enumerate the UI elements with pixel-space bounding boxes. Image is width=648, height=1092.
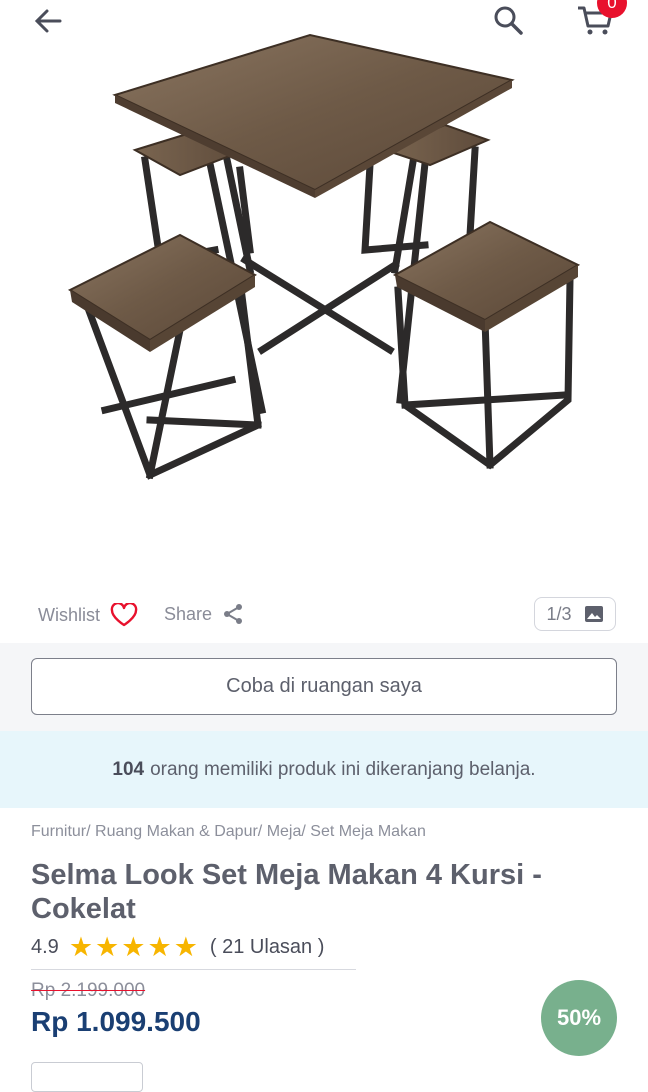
breadcrumb-item-set-meja-makan[interactable]: Set Meja Makan bbox=[310, 823, 426, 840]
try-in-room-button[interactable]: Coba di ruangan saya bbox=[31, 658, 617, 715]
star-icon: ★ bbox=[173, 932, 198, 962]
share-button[interactable]: Share bbox=[164, 603, 244, 625]
cart-notice-count: 104 bbox=[112, 758, 145, 780]
rating-row: 4.9 ★ ★ ★ ★ ★ ( 21 Ulasan ) bbox=[31, 934, 324, 961]
try-in-room-section: Coba di ruangan saya bbox=[0, 643, 648, 731]
discount-badge: 50% bbox=[541, 980, 617, 1056]
image-icon bbox=[584, 606, 603, 622]
rating-value: 4.9 bbox=[31, 936, 59, 958]
breadcrumb-item-ruang-makan[interactable]: Ruang Makan & Dapur/ bbox=[95, 823, 262, 840]
reviews-link[interactable]: ( 21 Ulasan ) bbox=[210, 936, 325, 959]
star-icon: ★ bbox=[95, 932, 120, 962]
search-icon[interactable] bbox=[490, 2, 526, 38]
old-price: Rp 2.199.000 bbox=[31, 980, 146, 1001]
star-icon: ★ bbox=[121, 932, 146, 962]
divider bbox=[31, 969, 356, 970]
heart-icon bbox=[110, 603, 138, 627]
product-image[interactable] bbox=[0, 0, 648, 590]
wishlist-button[interactable]: Wishlist bbox=[38, 603, 138, 627]
quantity-box[interactable] bbox=[31, 1062, 143, 1092]
share-icon bbox=[224, 604, 243, 624]
wishlist-label: Wishlist bbox=[38, 604, 100, 625]
table-set-illustration bbox=[67, 33, 581, 480]
cart-notice-banner: 104 orang memiliki produk ini dikeranjan… bbox=[0, 731, 648, 808]
star-icon: ★ bbox=[68, 932, 94, 962]
cart-notice-text: orang memiliki produk ini dikeranjang be… bbox=[150, 758, 536, 780]
back-arrow-icon[interactable] bbox=[30, 4, 66, 40]
star-icon: ★ bbox=[147, 932, 172, 962]
product-title: Selma Look Set Meja Makan 4 Kursi - Coke… bbox=[31, 859, 542, 925]
image-counter[interactable]: 1/3 bbox=[534, 597, 616, 631]
gallery-actions: Wishlist Share 1/3 bbox=[0, 597, 648, 631]
image-counter-text: 1/3 bbox=[546, 603, 572, 624]
share-label: Share bbox=[164, 603, 213, 624]
breadcrumb: Furnitur/ Ruang Makan & Dapur/ Meja/ Set… bbox=[31, 823, 426, 841]
rating-stars: ★ ★ ★ ★ ★ bbox=[69, 934, 198, 961]
breadcrumb-item-furnitur[interactable]: Furnitur/ bbox=[31, 823, 91, 840]
breadcrumb-item-meja[interactable]: Meja/ bbox=[267, 823, 306, 840]
current-price: Rp 1.099.500 bbox=[31, 1006, 201, 1037]
